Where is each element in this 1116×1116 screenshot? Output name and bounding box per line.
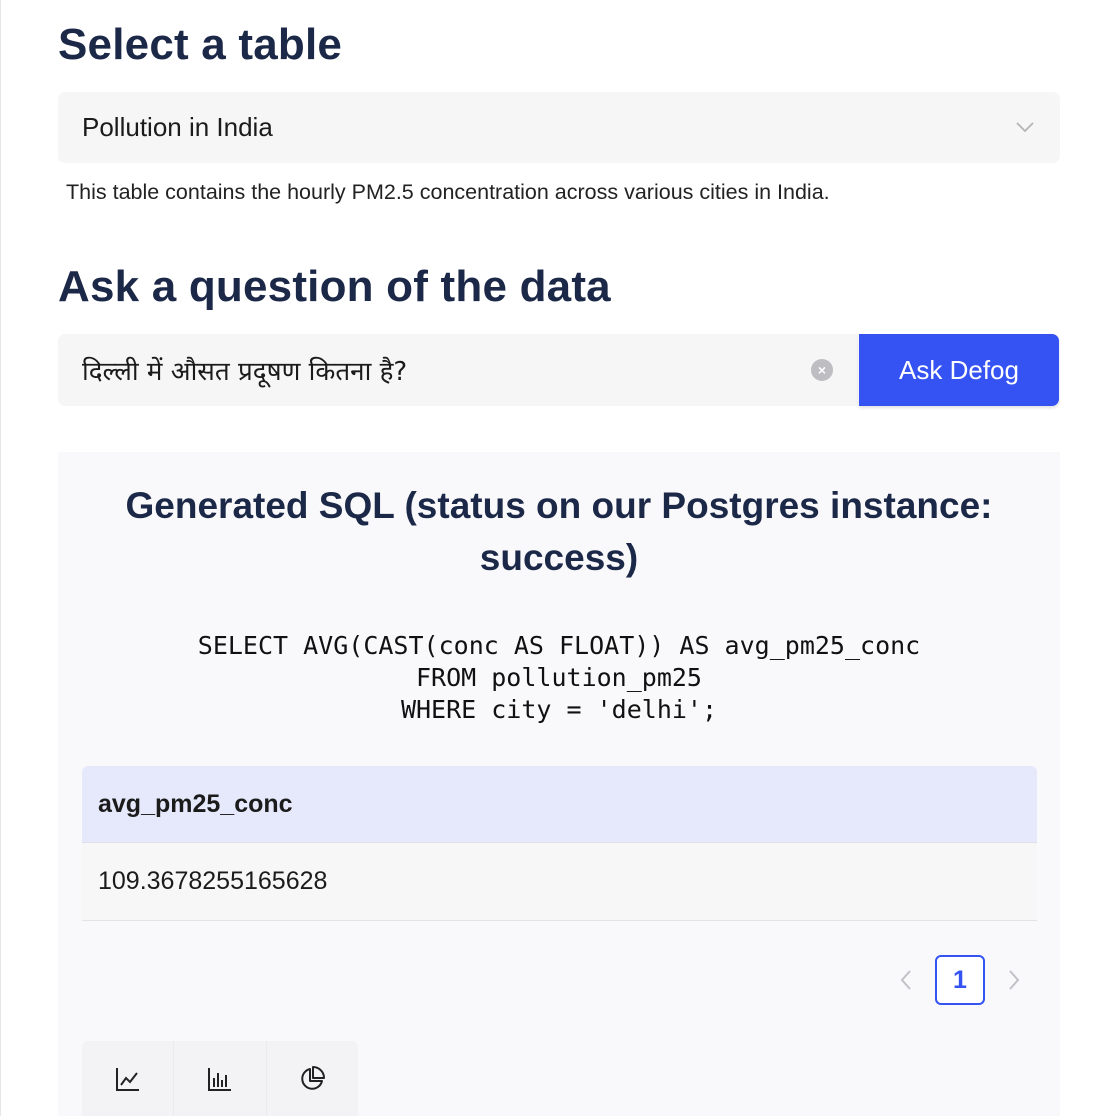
table-select-value: Pollution in India [82,112,273,142]
next-page-button[interactable] [994,954,1034,1006]
chevron-right-icon [1009,970,1020,990]
ask-defog-button[interactable]: Ask Defog [859,334,1059,406]
chevron-down-icon [1016,122,1034,133]
bar-chart-button[interactable] [174,1041,267,1116]
ask-question-heading: Ask a question of the data [58,262,611,311]
page-button-1[interactable]: 1 [935,955,985,1005]
table-row: 109.3678255165628 [82,843,1037,921]
result-panel: Generated SQL (status on our Postgres in… [58,452,1060,1116]
table-description: This table contains the hourly PM2.5 con… [66,180,830,204]
chart-type-toolbar [82,1041,358,1116]
table-select[interactable]: Pollution in India [58,92,1060,163]
ask-row: दिल्ली में औसत प्रदूषण कितना है? × Ask D… [58,334,1060,406]
table-header-cell[interactable]: avg_pm25_conc [82,766,1037,843]
clear-icon[interactable]: × [811,359,833,381]
pie-chart-button[interactable] [267,1041,358,1116]
table-cell: 109.3678255165628 [98,867,328,895]
question-input[interactable]: दिल्ली में औसत प्रदूषण कितना है? × [58,334,858,406]
generated-sql-title-text: Generated SQL (status on our Postgres in… [125,485,993,578]
question-input-value: दिल्ली में औसत प्रदूषण कितना है? [82,357,408,387]
sql-line: SELECT AVG(CAST(conc AS FLOAT)) AS avg_p… [197,631,921,660]
generated-sql-title: Generated SQL (status on our Postgres in… [58,480,1060,584]
bar-chart-icon [207,1067,231,1091]
select-table-heading: Select a table [58,20,343,69]
pie-chart-icon [301,1065,326,1090]
results-table: avg_pm25_conc 109.3678255165628 [82,766,1037,921]
sql-line: FROM pollution_pm25 [416,663,702,692]
line-chart-icon [115,1067,139,1091]
pagination: 1 [886,954,1034,1006]
sql-code: SELECT AVG(CAST(conc AS FLOAT)) AS avg_p… [58,630,1060,726]
sql-line: WHERE city = 'delhi'; [400,695,718,724]
prev-page-button[interactable] [886,954,926,1006]
chevron-left-icon [900,970,911,990]
line-chart-button[interactable] [82,1041,175,1116]
left-border [0,0,1,1116]
